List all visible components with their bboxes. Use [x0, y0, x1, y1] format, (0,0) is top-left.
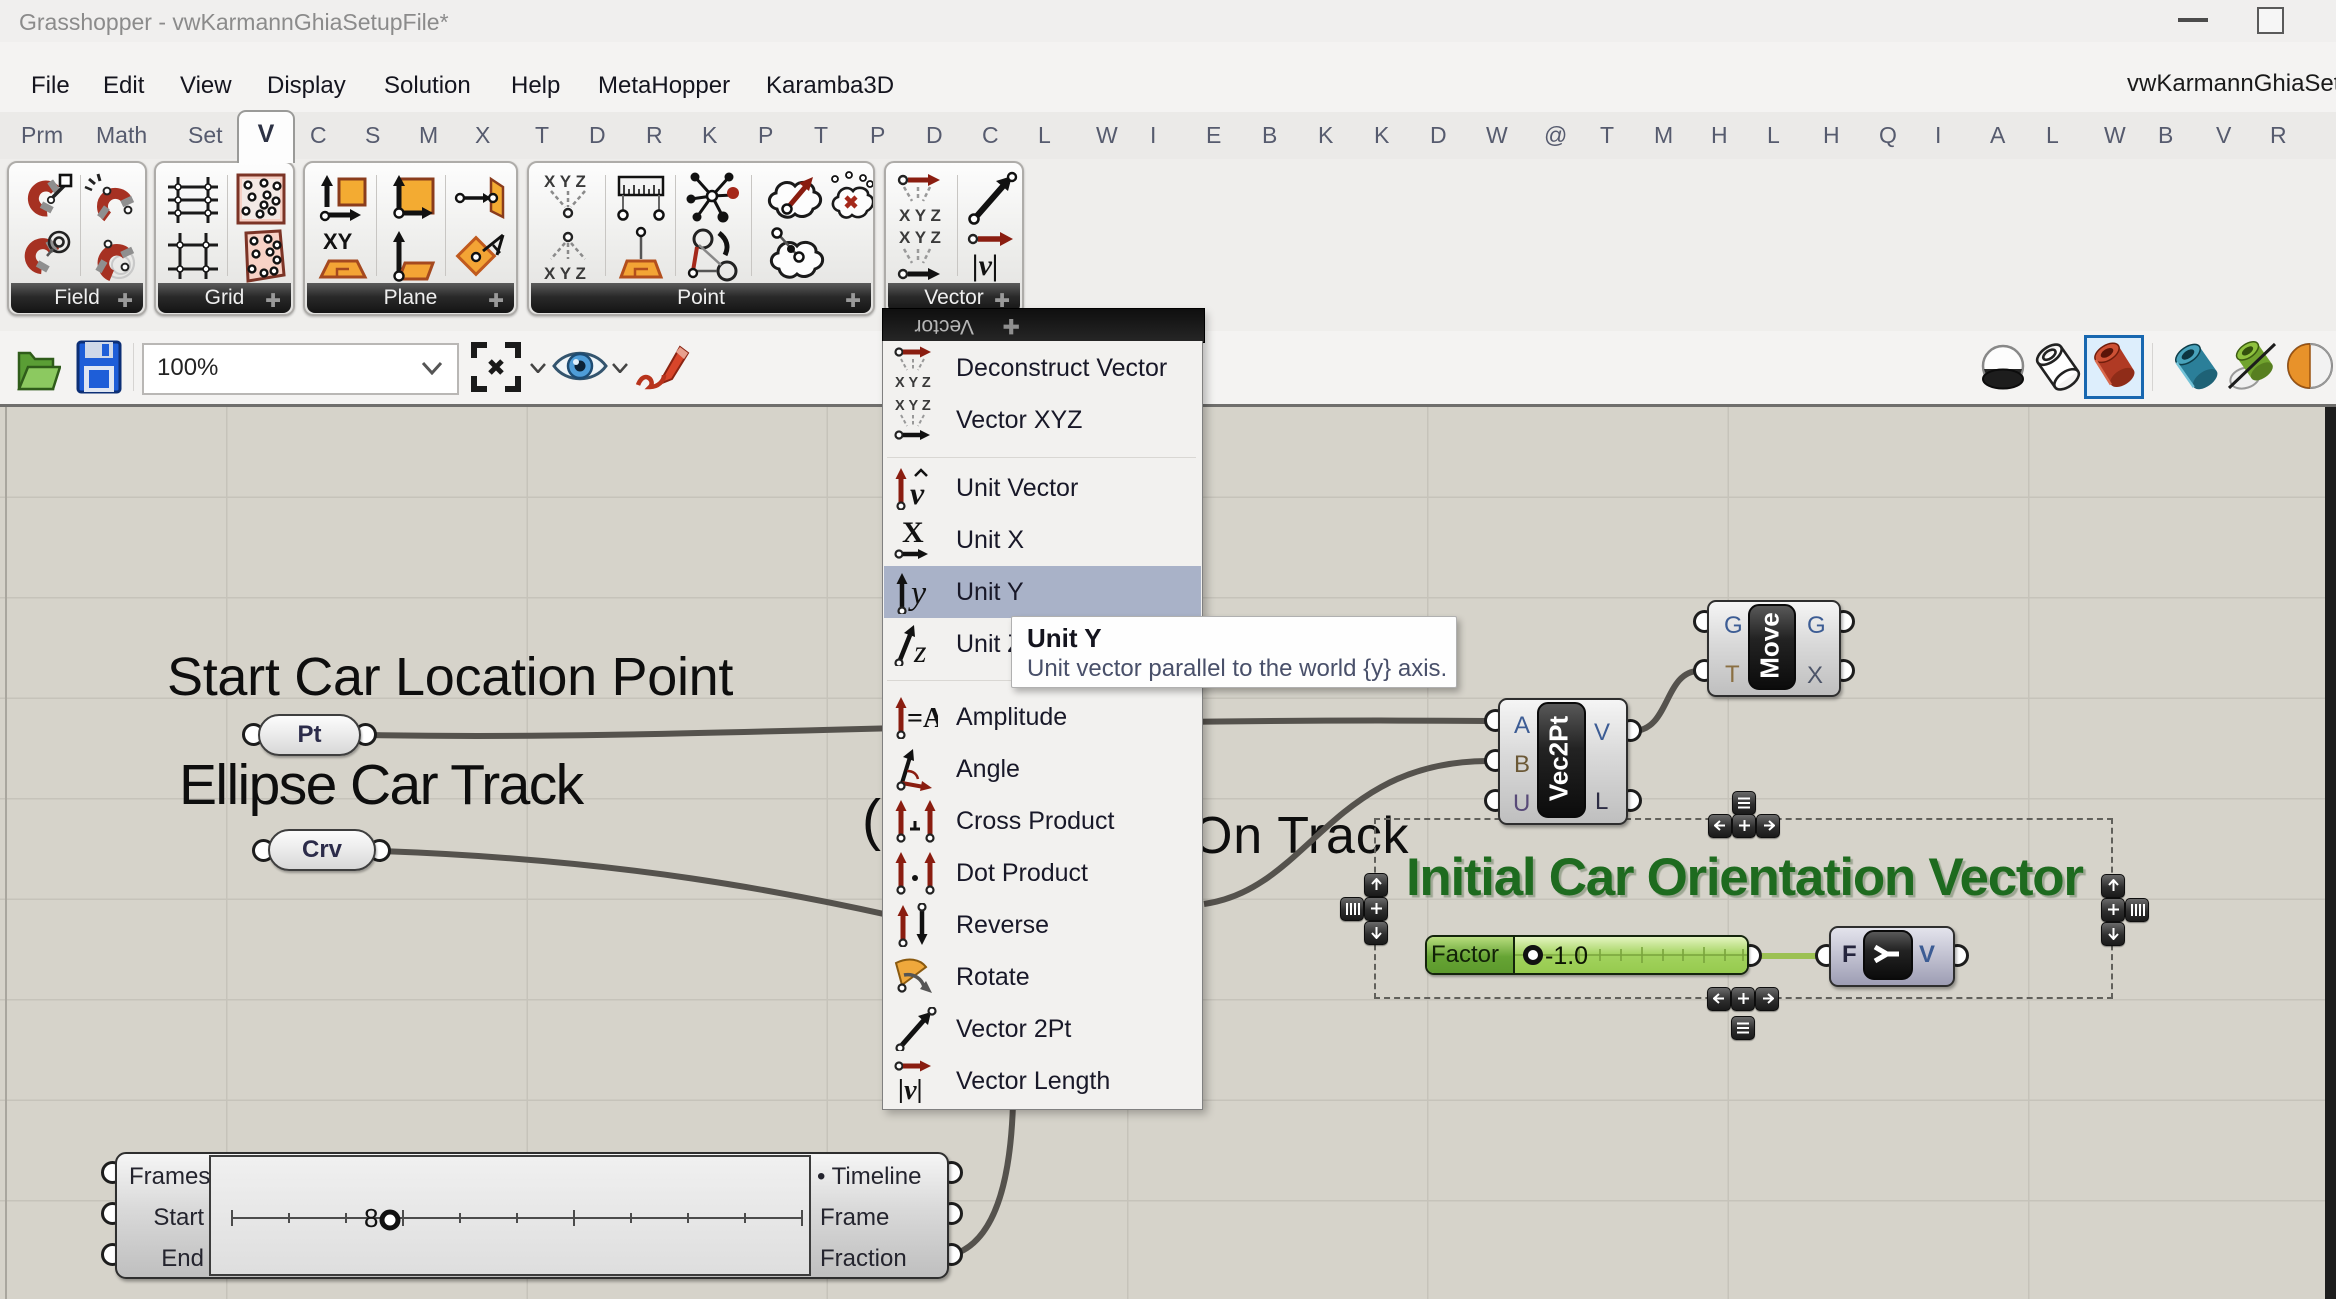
svg-text:v: v: [910, 475, 925, 510]
svg-text:X: X: [902, 518, 924, 549]
svg-text:=A: =A: [907, 703, 938, 734]
svg-text:y: y: [908, 575, 927, 612]
svg-text:X Y Z: X Y Z: [895, 398, 931, 414]
svg-text:|v|: |v|: [972, 249, 999, 282]
svg-text:z: z: [913, 633, 927, 666]
svg-text:X Y Z: X Y Z: [899, 206, 941, 225]
svg-text:|v|: |v|: [898, 1075, 923, 1103]
svg-text:-1.0: -1.0: [1545, 942, 1588, 970]
svg-text:X Y Z: X Y Z: [899, 228, 941, 247]
svg-text:X Y Z: X Y Z: [544, 264, 586, 283]
svg-text:8: 8: [364, 1203, 378, 1233]
svg-text:X Y Z: X Y Z: [544, 172, 586, 191]
svg-text:XY: XY: [323, 229, 353, 254]
svg-text:X Y Z: X Y Z: [895, 375, 931, 390]
